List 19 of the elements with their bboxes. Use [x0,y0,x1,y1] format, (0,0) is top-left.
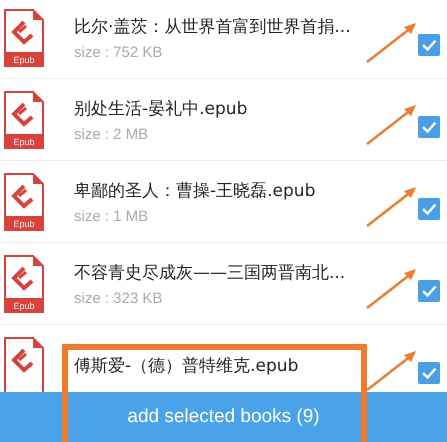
checkbox[interactable] [418,116,440,138]
epub-file-icon: Epub [2,254,46,314]
epub-file-icon: Epub [2,8,46,68]
epub-file-icon: Epub [2,172,46,232]
checkbox[interactable] [418,280,440,302]
file-size: size : 323 KB [74,290,164,306]
checkbox[interactable] [418,34,440,56]
checkbox[interactable] [418,198,440,220]
file-size: size : 2 MB [74,126,150,142]
checkbox[interactable] [418,362,440,384]
add-books-button[interactable]: add selected books (9) [0,392,447,442]
book-title: 别处生活-晏礼中.epub [74,98,248,120]
file-size: size : 752 KB [74,44,164,60]
book-title: 傅斯爱-（德）普特维克.epub [74,355,300,377]
epub-file-icon: Epub [2,90,46,150]
book-title: 不容青史尽成灰——三国两晋南北... [74,262,346,284]
book-title: 卑鄙的圣人：曹操-王晓磊.epub [74,180,316,202]
book-title: 比尔·盖茨：从世界首富到世界首捐... [74,16,352,38]
file-size: size : 1 MB [74,208,150,224]
